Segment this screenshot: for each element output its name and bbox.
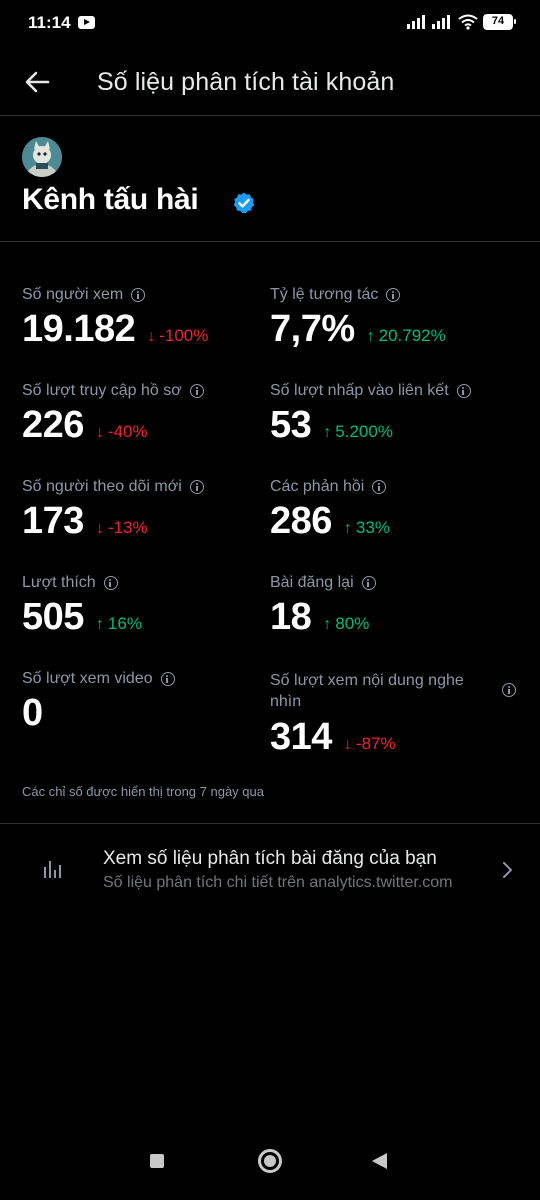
metric-label: Tỷ lệ tương tác [270, 286, 379, 303]
arrow-down-icon: ↓ [343, 736, 352, 753]
system-nav-bar [0, 1134, 540, 1200]
metric-link-clicks: Số lượt nhấp vào liên kết 53 ↑ 5.200% [270, 382, 471, 447]
info-icon[interactable] [189, 384, 204, 398]
post-analytics-subtitle: Số liệu phân tích chi tiết trên analytic… [103, 874, 453, 891]
verified-badge-icon [233, 192, 255, 214]
metric-change: ↓ -100% [147, 326, 209, 345]
metric-label: Lượt thích [22, 574, 96, 591]
metric-change: ↓ -13% [95, 518, 148, 537]
profile-section: Kênh tấu hài [0, 117, 540, 242]
page-title: Số liệu phân tích tài khoản [97, 68, 395, 96]
metric-label: Bài đăng lại [270, 574, 354, 591]
metric-change: ↓ -40% [95, 422, 148, 441]
signal-icon [407, 15, 427, 29]
metric-value: 19.182 [22, 308, 136, 350]
metric-value: 0 [22, 692, 43, 734]
info-icon[interactable] [189, 480, 204, 494]
post-analytics-title: Xem số liệu phân tích bài đăng của bạn [103, 848, 437, 869]
metric-label: Số người theo dõi mới [22, 478, 182, 495]
metric-engagement-rate: Tỷ lệ tương tác 7,7% ↑ 20.792% [270, 286, 446, 351]
metric-video-views: Số lượt xem video 0 [22, 670, 175, 735]
metric-viewers: Số người xem 19.182 ↓ -100% [22, 286, 208, 351]
metric-label: Các phản hồi [270, 478, 365, 495]
wifi-icon [458, 14, 478, 30]
metric-media-views: Số lượt xem nội dung nghe nhìn 314 ↓ -87% [270, 670, 520, 759]
metric-label: Số người xem [22, 286, 124, 303]
metric-replies: Các phản hồi 286 ↑ 33% [270, 478, 390, 543]
metric-profile-visits: Số lượt truy cập hồ sơ 226 ↓ -40% [22, 382, 204, 447]
chevron-right-icon [503, 862, 512, 878]
arrow-up-icon: ↑ [95, 616, 104, 633]
metric-value: 314 [270, 716, 332, 758]
metric-value: 226 [22, 404, 84, 446]
back-arrow-icon[interactable] [20, 64, 56, 100]
system-back-icon[interactable] [372, 1153, 387, 1169]
status-bar: 11:14 74 [0, 0, 540, 46]
status-time: 11:14 [28, 13, 71, 32]
signal-icon-2 [432, 15, 452, 29]
header: Số liệu phân tích tài khoản [0, 46, 540, 116]
metric-change: ↑ 20.792% [366, 326, 446, 345]
arrow-up-icon: ↑ [343, 520, 352, 537]
metric-value: 505 [22, 596, 84, 638]
battery-icon: 74 [483, 14, 516, 30]
metric-label: Số lượt xem nội dung nghe nhìn [270, 672, 464, 710]
metric-new-followers: Số người theo dõi mới 173 ↓ -13% [22, 478, 204, 543]
info-icon[interactable] [372, 480, 387, 494]
account-name: Kênh tấu hài [22, 183, 199, 216]
arrow-up-icon: ↑ [323, 424, 332, 441]
metric-reposts: Bài đăng lại 18 ↑ 80% [270, 574, 376, 639]
metric-value: 53 [270, 404, 312, 446]
arrow-down-icon: ↓ [147, 328, 156, 345]
footnote: Các chỉ số được hiển thị trong 7 ngày qu… [22, 784, 264, 799]
info-icon[interactable] [502, 683, 516, 697]
bar-chart-icon [43, 860, 61, 878]
info-icon[interactable] [131, 288, 146, 302]
arrow-down-icon: ↓ [95, 520, 104, 537]
avatar[interactable] [22, 137, 62, 177]
metric-label: Số lượt truy cập hồ sơ [22, 382, 182, 399]
metric-change: ↑ 33% [343, 518, 390, 537]
metric-change: ↑ 5.200% [323, 422, 393, 441]
info-icon[interactable] [103, 576, 118, 590]
metric-value: 173 [22, 500, 84, 542]
recent-apps-icon[interactable] [150, 1154, 164, 1168]
info-icon[interactable] [456, 384, 471, 398]
metric-change: ↓ -87% [343, 734, 396, 753]
home-icon[interactable] [258, 1149, 282, 1173]
metric-label: Số lượt nhấp vào liên kết [270, 382, 449, 399]
metric-change: ↑ 80% [323, 614, 370, 633]
metric-value: 18 [270, 596, 312, 638]
metric-value: 7,7% [270, 308, 355, 350]
youtube-notification-icon [78, 16, 95, 29]
metric-label: Số lượt xem video [22, 670, 153, 687]
arrow-up-icon: ↑ [323, 616, 332, 633]
metric-change: ↑ 16% [95, 614, 142, 633]
post-analytics-link[interactable]: Xem số liệu phân tích bài đăng của bạn S… [0, 823, 540, 917]
arrow-up-icon: ↑ [366, 328, 375, 345]
info-icon[interactable] [361, 576, 376, 590]
info-icon[interactable] [386, 288, 401, 302]
arrow-down-icon: ↓ [95, 424, 104, 441]
info-icon[interactable] [160, 672, 175, 686]
metric-likes: Lượt thích 505 ↑ 16% [22, 574, 142, 639]
metric-value: 286 [270, 500, 332, 542]
